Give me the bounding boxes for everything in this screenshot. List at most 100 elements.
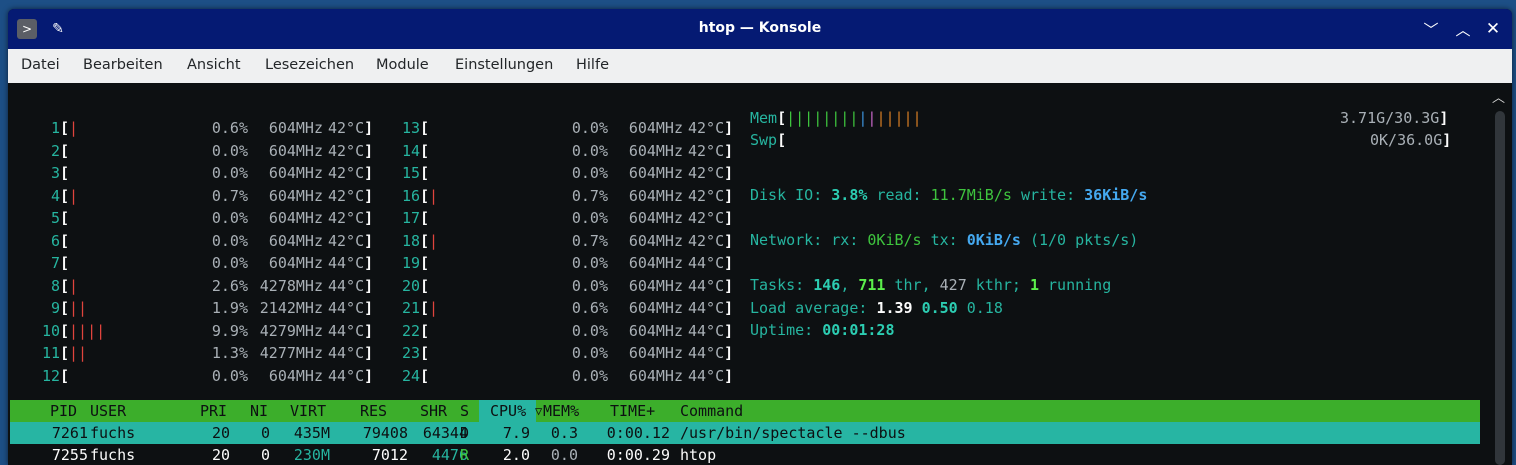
cpu-temp: 44°C] [328, 321, 374, 340]
process-shr: 4476 [431, 446, 468, 464]
process-mem: 0.3 [550, 424, 578, 442]
scroll-track[interactable] [1495, 111, 1505, 465]
cpu-bracket-open: [ [60, 321, 70, 340]
menu-bearbeiten[interactable]: Bearbeiten [83, 57, 163, 73]
cpu-pct: 0.7% [211, 186, 248, 205]
menu-lesezeichen[interactable]: Lesezeichen [265, 57, 354, 73]
cpu-temp: 44°C] [688, 344, 734, 362]
cpu-bracket-open: [ [420, 366, 430, 385]
col-time[interactable]: TIME+ [610, 400, 655, 422]
col-shr[interactable]: SHR [420, 400, 447, 422]
cpu-bracket-close: ] [724, 186, 734, 205]
cpu-id: 20 [401, 276, 420, 295]
cpu-pct: 2.6% [211, 276, 248, 295]
col-cpu[interactable]: CPU% [490, 400, 526, 422]
cpu-bracket-open: [ [420, 164, 430, 182]
cpu-pct: 0.0% [571, 119, 608, 137]
cpu-mhz: 604MHz [628, 119, 683, 137]
cpu-bracket-open: [ [420, 254, 430, 272]
cpu-id: 4 [50, 186, 60, 205]
cpu-id: 24 [401, 366, 420, 385]
cpu-bracket-open: [ [60, 141, 70, 160]
menu-module[interactable]: Module [376, 57, 429, 73]
col-pri[interactable]: PRI [200, 400, 227, 422]
col-user[interactable]: USER [90, 400, 126, 422]
menu-datei[interactable]: Datei [21, 57, 60, 73]
cpu-pct: 0.0% [571, 164, 608, 182]
cpu-bars: || [69, 299, 88, 317]
cpu-bracket-close: ] [724, 119, 734, 137]
cpu-mhz: 604MHz [628, 254, 683, 272]
cpu-bars: |||| [69, 321, 106, 340]
cpu-pct: 1.3% [211, 344, 248, 362]
scroll-up-icon[interactable]: ︿ [1492, 87, 1505, 106]
cpu-mhz: 604MHz [268, 231, 323, 250]
cpu-mhz: 604MHz [628, 299, 683, 317]
cpu-temp: 44°C] [328, 366, 374, 385]
cpu-temp: 42°C] [328, 186, 374, 205]
cpu-mhz: 604MHz [628, 366, 683, 385]
cpu-id: 5 [50, 209, 60, 227]
cpu-bracket-open: [ [60, 276, 70, 295]
col-command[interactable]: Command [680, 400, 743, 422]
scrollbar[interactable]: ︿ [1488, 83, 1512, 465]
cpu-bracket-open: [ [420, 276, 430, 295]
cpu-id: 17 [401, 209, 420, 227]
cpu-temp: 44°C] [688, 254, 734, 272]
menu-hilfe[interactable]: Hilfe [576, 57, 609, 73]
cpu-pct: 0.7% [571, 186, 608, 205]
cpu-temp: 42°C] [688, 164, 734, 182]
process-s: R [460, 446, 470, 464]
cpu-bracket-open: [ [420, 141, 430, 160]
tasks: Tasks: 146, 711 thr, 427 kthr; 1 running [750, 276, 1112, 294]
cpu-bracket-open: [ [420, 231, 430, 250]
minimize-icon[interactable]: ﹀ [1420, 18, 1442, 40]
cpu-bracket-open: [ [60, 254, 70, 272]
cpu-bracket-open: [ [420, 299, 430, 317]
cpu-temp: 44°C] [688, 321, 734, 340]
process-cpu: 7.9 [502, 424, 530, 442]
process-pid: 7261 [51, 424, 88, 442]
cpu-temp: 42°C] [688, 119, 734, 137]
maximize-icon[interactable]: ︿ [1452, 18, 1474, 40]
cpu-mhz: 604MHz [628, 141, 683, 160]
col-ni[interactable]: NI [250, 400, 268, 422]
network: Network: rx: 0KiB/s tx: 0KiB/s (1/0 pkts… [750, 231, 1139, 249]
col-pid[interactable]: PID [50, 400, 77, 422]
menu-ansicht[interactable]: Ansicht [187, 57, 241, 73]
col-res[interactable]: RES [360, 400, 387, 422]
cpu-temp: 42°C] [328, 231, 374, 250]
terminal-area[interactable]: Mem[||||||||||||||| 3.71G/30.3G] Swp[ 0K… [8, 83, 1488, 465]
close-icon[interactable]: ✕ [1482, 18, 1504, 40]
process-ni: 0 [260, 424, 270, 442]
cpu-temp: 42°C] [328, 119, 374, 137]
swp-value: 0K/36.0G] [1370, 131, 1452, 149]
cpu-pct: 0.0% [571, 141, 608, 160]
cpu-id: 10 [41, 321, 60, 340]
cpu-bars: | [69, 186, 79, 205]
cpu-mhz: 604MHz [628, 164, 683, 182]
process-virt: 230M [293, 446, 330, 464]
cpu-bracket-close: ] [724, 209, 734, 227]
cpu-bracket-close: ] [724, 141, 734, 160]
cpu-pct: 0.0% [571, 344, 608, 362]
cpu-bracket-open: [ [60, 366, 70, 385]
cpu-pct: 0.0% [211, 231, 248, 250]
cpu-id: 9 [50, 299, 60, 317]
cpu-bracket-open: [ [60, 231, 70, 250]
cpu-id: 6 [50, 231, 60, 250]
cpu-pct: 0.7% [571, 231, 608, 250]
col-mem[interactable]: MEM% [543, 400, 579, 422]
menu-einstellungen[interactable]: Einstellungen [455, 57, 553, 73]
cpu-bracket-open: [ [420, 321, 430, 340]
window-title: htop — Konsole [698, 20, 822, 36]
process-pri: 20 [211, 424, 230, 442]
cpu-bars: | [69, 276, 79, 295]
titlebar[interactable]: > ✎ htop — Konsole ﹀ ︿ ✕ [8, 9, 1512, 49]
col-s[interactable]: S [460, 400, 469, 422]
process-time: 0:00.29 [606, 446, 670, 464]
col-virt[interactable]: VIRT [290, 400, 326, 422]
cpu-mhz: 604MHz [268, 254, 323, 272]
cpu-id: 22 [401, 321, 420, 340]
cpu-mhz: 4277MHz [259, 344, 323, 362]
